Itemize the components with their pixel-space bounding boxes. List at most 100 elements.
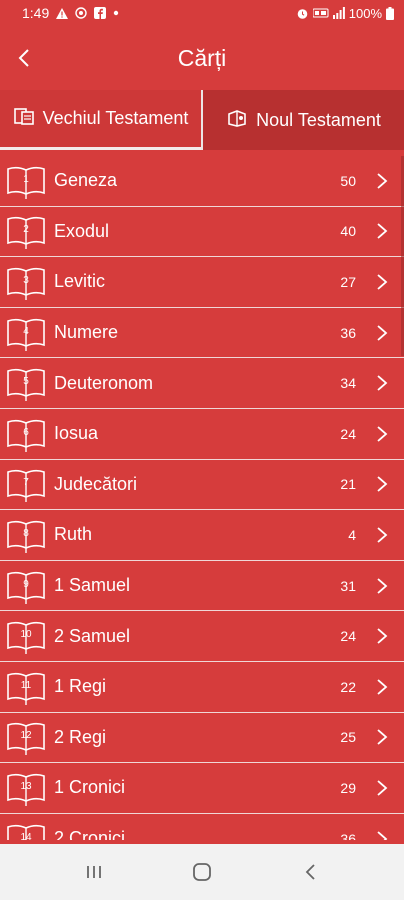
chevron-right-icon xyxy=(376,221,390,241)
chevron-right-icon xyxy=(376,272,390,292)
home-button[interactable] xyxy=(182,852,222,892)
book-row[interactable]: 8 Ruth 4 xyxy=(0,510,404,561)
chapter-count: 40 xyxy=(340,223,356,240)
open-book-icon: 14 xyxy=(5,820,47,840)
chapter-count: 24 xyxy=(340,628,356,645)
book-name: Iosua xyxy=(54,423,99,444)
new-testament-book-icon xyxy=(226,108,248,133)
book-list: 1 Geneza 50 2 Exodul 40 3 Levitic 2 7 4 Numere 36 5 De… xyxy=(0,156,404,840)
recent-apps-button[interactable] xyxy=(74,852,114,892)
chevron-right-icon xyxy=(376,829,390,840)
chapter-count: 4 xyxy=(348,526,356,543)
tab-new-testament-label: Noul Testament xyxy=(256,109,381,130)
open-book-icon: 10 xyxy=(5,617,47,655)
chapter-count: 25 xyxy=(340,729,356,746)
chevron-left-icon xyxy=(18,49,29,67)
book-row[interactable]: 10 2 Samuel 24 xyxy=(0,611,404,662)
book-row[interactable]: 3 Levitic 27 xyxy=(0,257,404,308)
chapter-count: 36 xyxy=(340,324,356,341)
open-book-icon: 5 xyxy=(5,364,47,402)
signal-icon xyxy=(332,7,345,19)
book-name: Geneza xyxy=(54,170,118,191)
book-number: 5 xyxy=(23,376,29,388)
tab-old-testament[interactable]: Vechiul Testament xyxy=(0,90,201,150)
tab-old-testament-label: Vechiul Testament xyxy=(42,108,189,128)
battery-icon xyxy=(386,6,394,20)
book-row[interactable]: 9 1 Samuel 31 xyxy=(0,560,404,612)
facebook-icon xyxy=(94,7,107,19)
book-name: Numere xyxy=(54,322,119,343)
whatsapp-icon xyxy=(75,7,87,19)
testament-tabs: Vechiul Testament Noul Testament xyxy=(0,90,404,150)
book-name: 1 Samuel xyxy=(54,575,131,596)
book-name: 2 Samuel xyxy=(54,625,131,646)
chevron-right-icon xyxy=(376,474,390,494)
book-number: 4 xyxy=(23,325,29,337)
book-number: 8 xyxy=(23,527,29,539)
book-row[interactable]: 1 Geneza 50 xyxy=(0,156,404,207)
book-number: 12 xyxy=(20,730,32,742)
system-back-button[interactable] xyxy=(290,852,330,892)
book-number: 1 xyxy=(23,173,29,185)
chevron-right-icon xyxy=(376,778,390,798)
open-book-icon: 2 xyxy=(5,212,47,250)
recent-apps-icon xyxy=(87,866,101,878)
back-button[interactable] xyxy=(6,40,42,76)
status-bar: 1:49 100% xyxy=(0,0,404,26)
open-book-icon: 8 xyxy=(5,516,47,554)
chapter-count: 31 xyxy=(340,577,356,594)
book-name: 1 Cronici xyxy=(54,777,126,798)
book-row[interactable]: 4 Numere 36 xyxy=(0,307,404,359)
page-title: Cărți xyxy=(177,44,227,71)
chevron-right-icon xyxy=(376,373,390,393)
system-nav-bar xyxy=(0,844,404,900)
open-book-icon: 9 xyxy=(5,567,47,605)
book-row[interactable]: 2 Exodul 40 xyxy=(0,206,404,258)
book-number: 7 xyxy=(23,477,29,489)
chapter-count: 34 xyxy=(340,375,356,392)
book-row[interactable]: 12 2 Regi 25 xyxy=(0,712,404,764)
chevron-right-icon xyxy=(376,576,390,596)
chapter-count: 22 xyxy=(340,678,356,695)
chevron-right-icon xyxy=(376,727,390,747)
chevron-right-icon xyxy=(376,626,390,646)
book-name: 2 Cronici xyxy=(54,828,126,840)
alarm-icon xyxy=(296,7,309,20)
old-testament-book-icon xyxy=(13,106,35,131)
book-number: 6 xyxy=(23,426,29,438)
status-time: 1:49 xyxy=(22,5,50,21)
tab-new-testament[interactable]: Noul Testament xyxy=(203,90,404,150)
app-bar: Cărți xyxy=(0,26,404,90)
chevron-right-icon xyxy=(376,677,390,697)
book-row[interactable]: 5 Deuteronom 34 xyxy=(0,358,404,409)
chapter-count: 50 xyxy=(340,172,356,189)
chapter-count: 29 xyxy=(340,779,356,796)
chapter-count: 21 xyxy=(340,476,356,493)
book-number: 14 xyxy=(20,831,32,840)
battery-percent: 100% xyxy=(348,5,382,21)
dot-icon xyxy=(113,10,119,16)
book-name: Levitic xyxy=(54,271,106,292)
book-number: 11 xyxy=(20,679,32,691)
book-row[interactable]: 14 2 Cronici 36 xyxy=(0,813,404,840)
book-number: 3 xyxy=(23,274,29,286)
open-book-icon: 6 xyxy=(5,415,47,453)
chevron-right-icon xyxy=(376,525,390,545)
book-name: 2 Regi xyxy=(54,726,107,747)
back-arrow-icon xyxy=(305,864,315,880)
open-book-icon: 11 xyxy=(5,668,47,706)
open-book-icon: 12 xyxy=(5,718,47,756)
book-number: 13 xyxy=(20,780,32,792)
book-row[interactable]: 7 Judecători 21 xyxy=(0,459,404,511)
open-book-icon: 1 xyxy=(5,162,47,200)
book-row[interactable]: 13 1 Cronici 29 xyxy=(0,763,404,814)
book-row[interactable]: 6 Iosua 24 xyxy=(0,408,404,460)
chapter-count: 24 xyxy=(340,425,356,442)
open-book-icon: 3 xyxy=(5,263,47,301)
book-name: Deuteronom xyxy=(54,372,154,393)
book-number: 9 xyxy=(23,578,29,590)
chapter-count: 36 xyxy=(340,830,356,840)
open-book-icon: 13 xyxy=(5,769,47,807)
book-row[interactable]: 11 1 Regi 22 xyxy=(0,661,404,713)
open-book-icon: 7 xyxy=(5,465,47,503)
